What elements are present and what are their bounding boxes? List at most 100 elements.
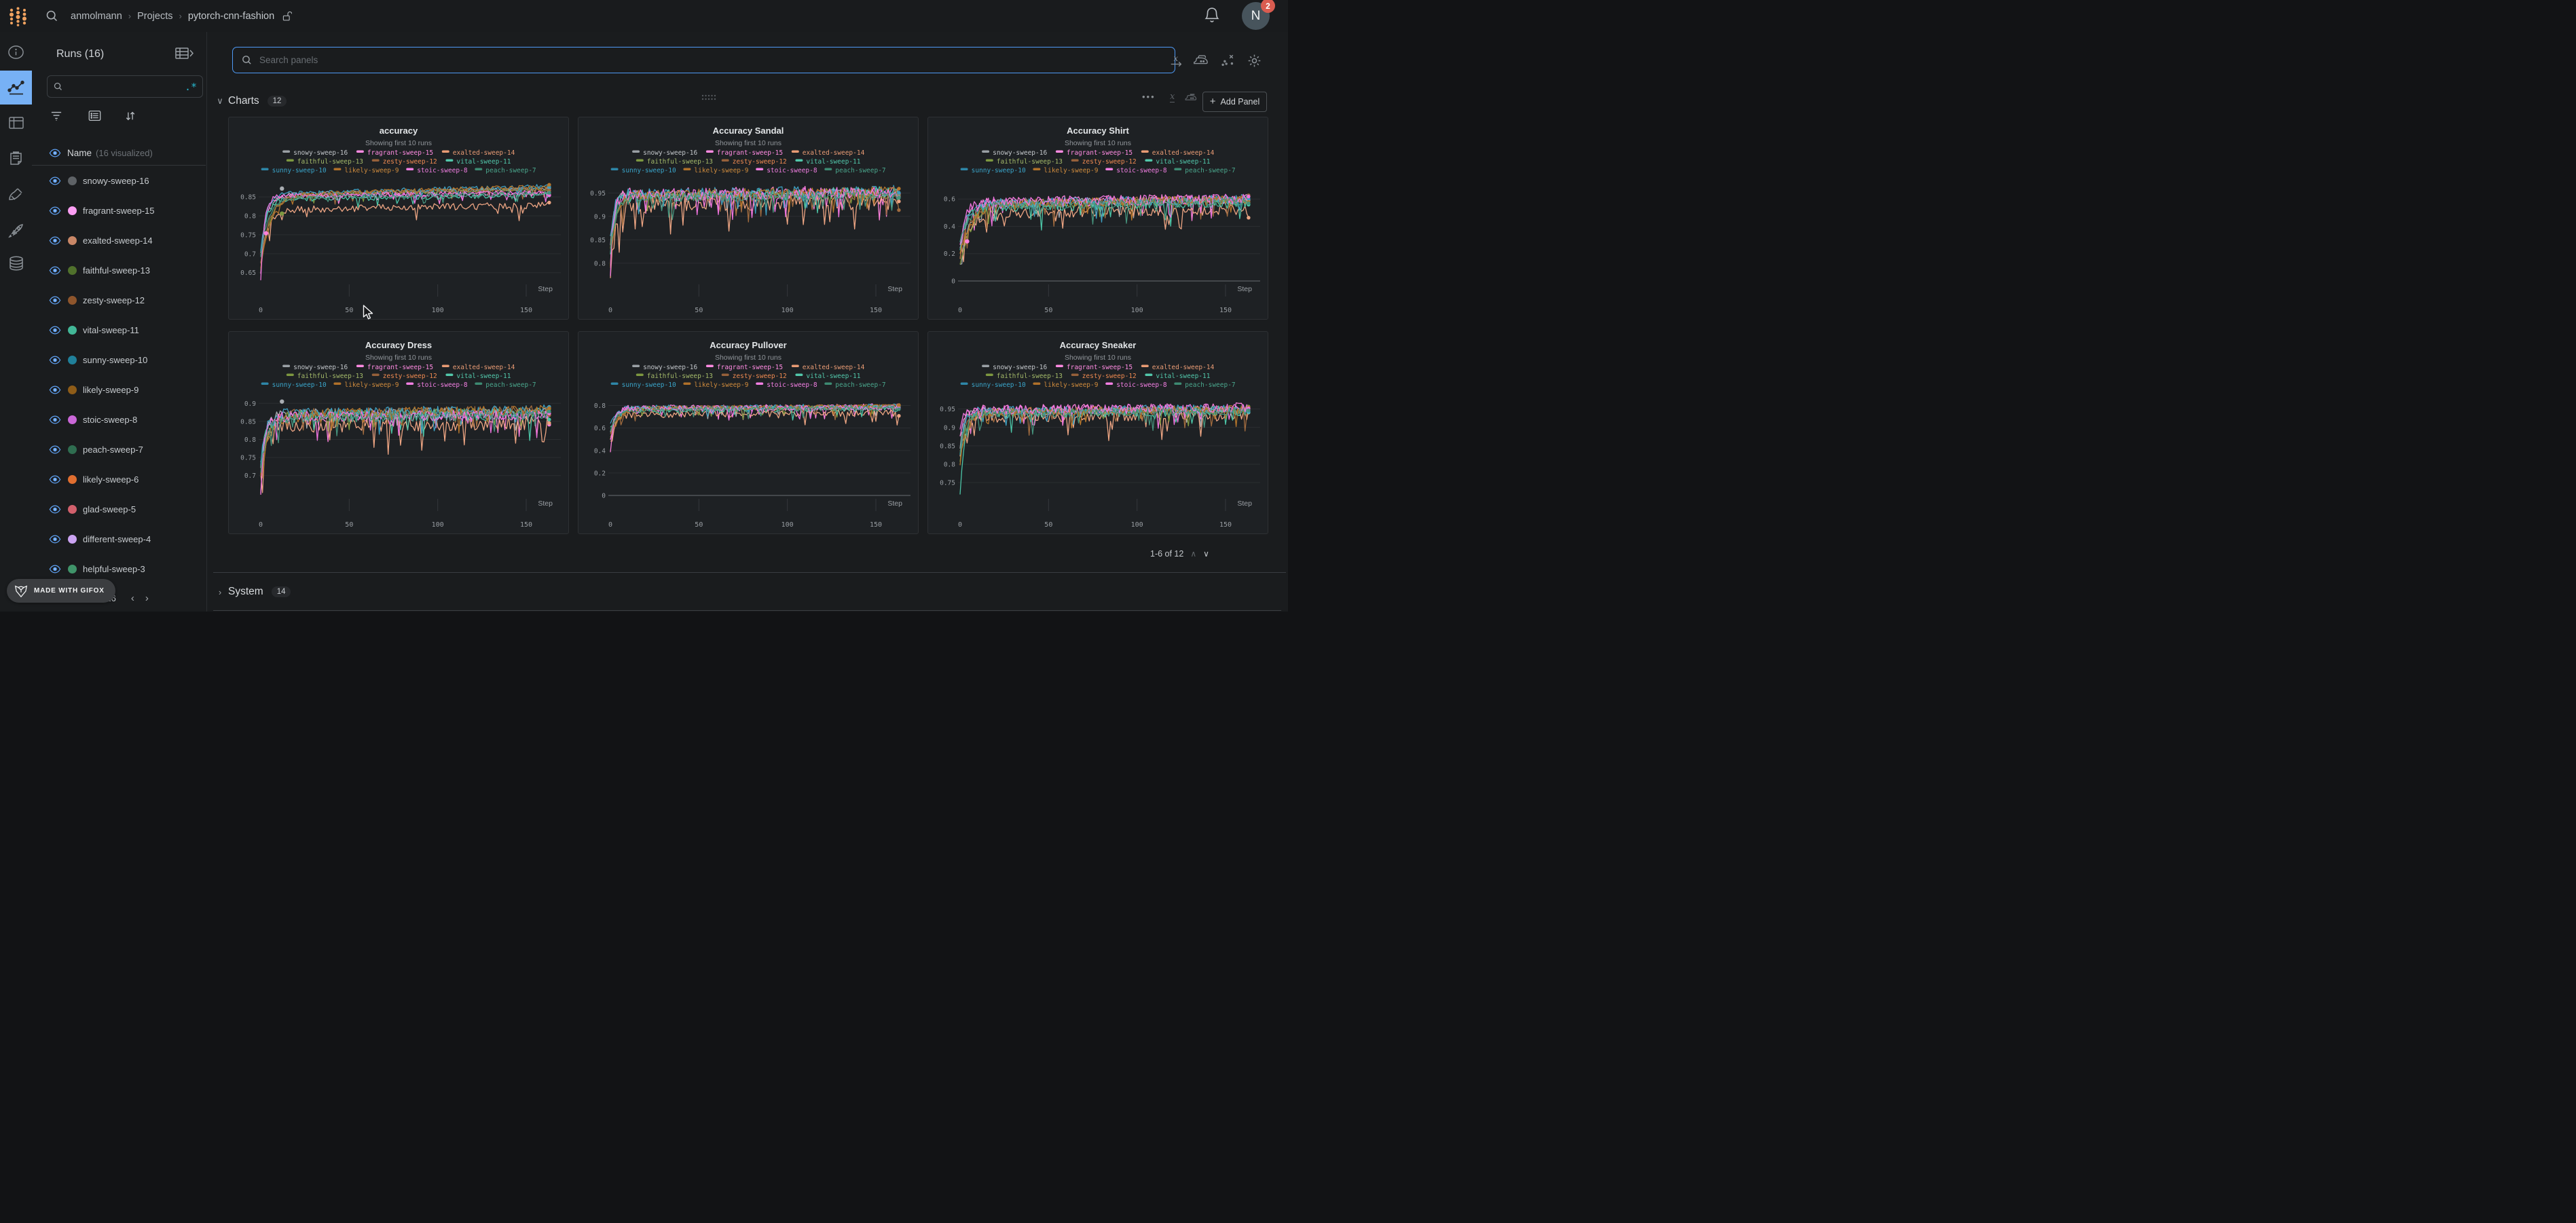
run-row[interactable]: glad-sweep-5 xyxy=(32,494,206,524)
visibility-eye-icon[interactable] xyxy=(49,206,61,215)
visibility-eye-icon[interactable] xyxy=(49,505,61,514)
run-name[interactable]: fragrant-sweep-15 xyxy=(83,206,155,216)
visibility-eye-icon[interactable] xyxy=(49,475,61,484)
section-overflow-menu[interactable]: ••• xyxy=(1142,92,1156,102)
visibility-all-eye-icon[interactable] xyxy=(49,149,61,157)
visibility-eye-icon[interactable] xyxy=(49,176,61,185)
visibility-eye-icon[interactable] xyxy=(49,326,61,335)
visibility-eye-icon[interactable] xyxy=(49,415,61,424)
chart-panel[interactable]: 0.750.80.850.90.95050100150StepAccuracy … xyxy=(927,331,1268,534)
section-drag-handle[interactable] xyxy=(701,94,716,101)
svg-text:zesty-sweep-12: zesty-sweep-12 xyxy=(383,373,437,380)
page-up-chevron[interactable]: ∧ xyxy=(1190,549,1196,559)
run-row[interactable]: stoic-sweep-8 xyxy=(32,404,206,434)
tables-icon[interactable] xyxy=(0,108,32,138)
svg-text:zesty-sweep-12: zesty-sweep-12 xyxy=(383,158,437,166)
run-row[interactable]: sunny-sweep-10 xyxy=(32,345,206,375)
run-row[interactable]: vital-sweep-11 xyxy=(32,315,206,345)
sort-icon[interactable] xyxy=(120,105,141,126)
charts-section-label[interactable]: Charts xyxy=(228,95,259,107)
wandb-logo-icon[interactable] xyxy=(8,5,29,27)
next-page-chevron[interactable]: › xyxy=(140,592,154,604)
visibility-eye-icon[interactable] xyxy=(49,296,61,305)
svg-text:zesty-sweep-12: zesty-sweep-12 xyxy=(733,373,787,380)
system-section-header[interactable]: › System 14 xyxy=(213,572,1286,611)
main-area: x ∨ Charts 12 xyxy=(206,32,1288,612)
breadcrumb-project-name[interactable]: pytorch-cnn-fashion xyxy=(188,11,274,22)
run-name[interactable]: helpful-sweep-3 xyxy=(83,564,145,574)
svg-text:peach-sweep-7: peach-sweep-7 xyxy=(835,381,885,389)
filter-icon[interactable] xyxy=(46,105,67,126)
run-search-input[interactable] xyxy=(67,81,181,92)
run-name[interactable]: peach-sweep-7 xyxy=(83,445,143,455)
run-name[interactable]: zesty-sweep-12 xyxy=(83,295,145,305)
visibility-eye-icon[interactable] xyxy=(49,535,61,544)
run-row[interactable]: snowy-sweep-16 xyxy=(32,166,206,195)
svg-text:Step: Step xyxy=(887,285,902,293)
run-row[interactable]: likely-sweep-9 xyxy=(32,375,206,404)
run-name[interactable]: stoic-sweep-8 xyxy=(83,415,137,425)
chart-panel[interactable]: 00.20.40.60.8050100150StepAccuracy Pullo… xyxy=(578,331,919,534)
artifacts-database-icon[interactable] xyxy=(0,249,32,279)
run-row[interactable]: different-sweep-4 xyxy=(32,524,206,554)
chart-panel[interactable]: 00.20.40.6050100150StepAccuracy ShirtSho… xyxy=(927,117,1268,320)
workspace-charts-icon[interactable] xyxy=(0,71,32,105)
chart-panel[interactable]: 0.80.850.90.95050100150StepAccuracy Sand… xyxy=(578,117,919,320)
run-name[interactable]: sunny-sweep-10 xyxy=(83,355,147,365)
svg-text:0: 0 xyxy=(608,307,612,314)
visibility-eye-icon[interactable] xyxy=(49,266,61,275)
run-row[interactable]: faithful-sweep-13 xyxy=(32,255,206,285)
prev-page-chevron[interactable]: ‹ xyxy=(126,592,140,604)
run-name[interactable]: exalted-sweep-14 xyxy=(83,236,153,246)
notifications-bell-icon[interactable] xyxy=(1203,6,1221,25)
run-name[interactable]: likely-sweep-6 xyxy=(83,474,139,485)
svg-text:accuracy: accuracy xyxy=(380,126,418,136)
run-name[interactable]: snowy-sweep-16 xyxy=(83,176,149,186)
chart-panel[interactable]: 0.650.70.750.80.85050100150StepaccuracyS… xyxy=(228,117,569,320)
visibility-eye-icon[interactable] xyxy=(49,236,61,245)
visibility-eye-icon[interactable] xyxy=(49,565,61,573)
run-row[interactable]: zesty-sweep-12 xyxy=(32,285,206,315)
outliers-icon[interactable] xyxy=(1219,52,1236,69)
expand-chevron-icon[interactable]: › xyxy=(213,587,227,597)
svg-text:vital-sweep-11: vital-sweep-11 xyxy=(456,158,511,166)
run-row[interactable]: peach-sweep-7 xyxy=(32,434,206,464)
collapse-chevron-icon[interactable]: ∨ xyxy=(213,96,227,107)
run-name[interactable]: different-sweep-4 xyxy=(83,534,151,544)
reports-icon[interactable] xyxy=(0,143,32,173)
svg-text:vital-sweep-11: vital-sweep-11 xyxy=(806,158,860,166)
regex-toggle-icon[interactable]: .* xyxy=(185,81,197,93)
section-smoothing-icon[interactable] xyxy=(1184,92,1197,103)
run-name[interactable]: glad-sweep-5 xyxy=(83,504,136,514)
run-row[interactable]: exalted-sweep-14 xyxy=(32,225,206,255)
global-search-icon[interactable] xyxy=(45,9,59,23)
smoothing-iron-icon[interactable] xyxy=(1192,52,1209,69)
expand-runs-table-icon[interactable] xyxy=(174,45,195,62)
svg-text:fragrant-sweep-15: fragrant-sweep-15 xyxy=(717,364,783,371)
run-name[interactable]: faithful-sweep-13 xyxy=(83,265,150,276)
visibility-eye-icon[interactable] xyxy=(49,445,61,454)
svg-text:0.85: 0.85 xyxy=(590,237,606,244)
add-panel-button[interactable]: + Add Panel xyxy=(1202,92,1267,112)
run-row[interactable]: fragrant-sweep-15 xyxy=(32,195,206,225)
page-down-chevron[interactable]: ∨ xyxy=(1203,549,1209,559)
panel-search-input[interactable] xyxy=(258,54,1166,66)
visibility-eye-icon[interactable] xyxy=(49,385,61,394)
breadcrumb-projects[interactable]: Projects xyxy=(137,11,172,22)
x-axis-settings-icon[interactable]: x xyxy=(1169,52,1185,69)
breadcrumb-user[interactable]: anmolmann xyxy=(71,11,122,22)
chart-panel[interactable]: 0.70.750.80.850.9050100150StepAccuracy D… xyxy=(228,331,569,534)
system-count-badge: 14 xyxy=(272,586,291,597)
runs-list-header[interactable]: Name (16 visualized) xyxy=(32,140,206,166)
svg-text:vital-sweep-11: vital-sweep-11 xyxy=(1156,158,1210,166)
visibility-eye-icon[interactable] xyxy=(49,356,61,364)
run-name[interactable]: vital-sweep-11 xyxy=(83,325,139,335)
run-name[interactable]: likely-sweep-9 xyxy=(83,385,139,395)
settings-gear-icon[interactable] xyxy=(1246,52,1262,69)
info-icon[interactable] xyxy=(0,37,32,67)
sweeps-broom-icon[interactable] xyxy=(0,180,32,210)
run-row[interactable]: likely-sweep-6 xyxy=(32,464,206,494)
list-view-icon[interactable] xyxy=(84,105,105,126)
section-x-axis-icon[interactable]: x xyxy=(1170,92,1175,102)
launch-rocket-icon[interactable] xyxy=(0,216,32,246)
